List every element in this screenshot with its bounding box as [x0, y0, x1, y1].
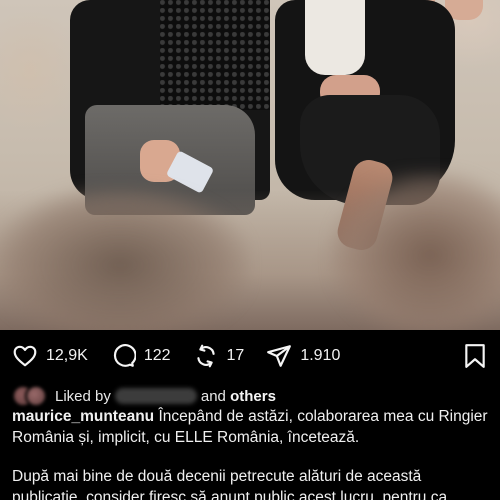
caption-username[interactable]: maurice_munteanu [12, 408, 154, 425]
share-button[interactable]: 1.910 [266, 343, 340, 369]
heart-icon [13, 345, 37, 367]
photo-shirt [305, 0, 365, 75]
photo-sequin-top [160, 0, 270, 110]
photo-blurred-head [330, 170, 500, 330]
bookmark-icon [465, 344, 485, 368]
save-button[interactable] [464, 343, 486, 374]
liked-by-row[interactable]: Liked by and others [12, 385, 276, 407]
share-count[interactable]: 1.910 [300, 347, 340, 365]
comment-icon [113, 344, 136, 367]
liked-by-others-link[interactable]: others [230, 388, 276, 405]
liked-by-label: Liked by [55, 387, 111, 405]
post-caption: maurice_munteanu Începând de astăzi, col… [12, 407, 490, 448]
post-photo[interactable] [0, 0, 500, 330]
like-count[interactable]: 12,9K [46, 347, 88, 365]
liked-by-and: and [200, 387, 226, 405]
share-icon [267, 345, 292, 367]
caption-paragraph: După mai bine de două decenii petrecute … [12, 468, 448, 500]
liker-avatars [12, 385, 47, 407]
post-action-bar: 12,9K 122 17 1.910 [0, 336, 500, 376]
repost-button[interactable]: 17 [193, 343, 245, 369]
comment-count[interactable]: 122 [144, 347, 171, 365]
like-button[interactable]: 12,9K [12, 343, 88, 369]
comment-button[interactable]: 122 [110, 343, 171, 369]
avatar [25, 385, 47, 407]
repost-icon [196, 344, 215, 368]
photo-blurred-head [0, 185, 250, 330]
redacted-liker-name[interactable] [114, 388, 197, 404]
repost-count[interactable]: 17 [227, 347, 245, 365]
